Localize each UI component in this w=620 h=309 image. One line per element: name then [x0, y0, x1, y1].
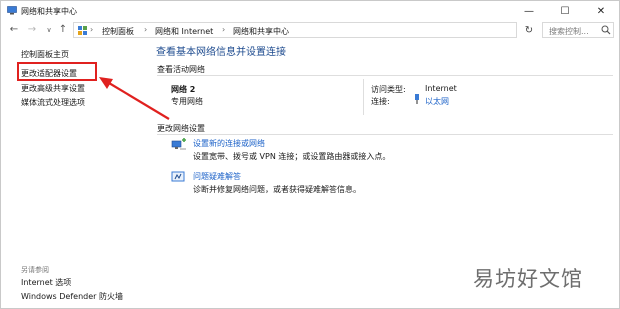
control-panel-icon	[78, 26, 87, 35]
sidebar-item-media-streaming[interactable]: 媒体流式处理选项	[21, 97, 85, 108]
search-icon	[601, 25, 611, 35]
network-sharing-window: 网络和共享中心 — ☐ ✕ ← → ∨ ↑ › 控制面板 › 网络和 Inter…	[0, 0, 620, 309]
troubleshoot-problems-link[interactable]: 问题疑难解答	[193, 171, 241, 182]
network-setup-icon	[171, 138, 186, 150]
breadcrumb-network-sharing-center[interactable]: 网络和共享中心	[233, 26, 289, 37]
page-title: 查看基本网络信息并设置连接	[156, 47, 286, 58]
watermark: 易坊好文馆	[473, 267, 583, 291]
network-info-divider	[363, 79, 364, 115]
refresh-button[interactable]: ↻	[521, 22, 537, 38]
active-networks-divider	[157, 75, 613, 76]
setup-new-connection-link[interactable]: 设置新的连接或网络	[193, 138, 265, 149]
breadcrumb-control-panel[interactable]: 控制面板	[102, 26, 134, 37]
connections-label: 连接:	[371, 97, 390, 106]
close-button[interactable]: ✕	[583, 1, 619, 21]
back-button[interactable]: ←	[7, 22, 21, 37]
network-name: 网络 2	[171, 85, 196, 94]
address-row: ← → ∨ ↑ › 控制面板 › 网络和 Internet › 网络和共享中心 …	[1, 21, 619, 39]
network-center-icon	[7, 6, 17, 15]
troubleshoot-problems-desc: 诊断并修复网络问题，或者获得疑难解答信息。	[193, 185, 361, 194]
ethernet-icon	[415, 94, 419, 104]
maximize-button[interactable]: ☐	[547, 1, 583, 21]
window-title: 网络和共享中心	[21, 7, 77, 16]
troubleshoot-icon	[171, 171, 185, 182]
title-bar: 网络和共享中心 — ☐ ✕	[1, 1, 619, 21]
see-also-windows-defender-firewall[interactable]: Windows Defender 防火墙	[21, 291, 123, 302]
ethernet-connection-link[interactable]: 以太网	[425, 96, 449, 107]
change-settings-divider	[157, 134, 613, 135]
breadcrumb-network-internet[interactable]: 网络和 Internet	[155, 26, 213, 37]
breadcrumb-separator: ›	[90, 25, 94, 34]
access-type-value: Internet	[425, 84, 457, 93]
address-bar[interactable]: › 控制面板 › 网络和 Internet › 网络和共享中心 ∨	[73, 22, 582, 38]
sidebar-item-change-advanced-sharing[interactable]: 更改高级共享设置	[21, 83, 85, 94]
sidebar-item-control-panel-home[interactable]: 控制面板主页	[21, 49, 69, 60]
up-button[interactable]: ↑	[56, 22, 70, 37]
recent-locations-button[interactable]: ∨	[42, 22, 56, 37]
minimize-button[interactable]: —	[511, 1, 547, 21]
highlight-annotation-box	[17, 62, 97, 81]
see-also-internet-options[interactable]: Internet 选项	[21, 277, 71, 288]
left-pane: 控制面板主页 更改适配器设置 更改高级共享设置 媒体流式处理选项 另请参阅 In…	[1, 39, 151, 309]
forward-button[interactable]: →	[25, 22, 39, 37]
breadcrumb-separator: ›	[144, 25, 148, 34]
access-type-label: 访问类型:	[371, 85, 406, 94]
setup-new-connection-desc: 设置宽带、拨号或 VPN 连接；或设置路由器或接入点。	[193, 152, 391, 161]
search-input[interactable]: 搜索控制...	[542, 22, 614, 38]
search-placeholder: 搜索控制...	[549, 27, 589, 36]
network-type: 专用网络	[171, 97, 203, 106]
active-networks-label: 查看活动网络	[157, 65, 205, 74]
change-network-settings-label: 更改网络设置	[157, 124, 205, 133]
breadcrumb-separator: ›	[222, 25, 226, 34]
see-also-heading: 另请参阅	[21, 266, 49, 274]
